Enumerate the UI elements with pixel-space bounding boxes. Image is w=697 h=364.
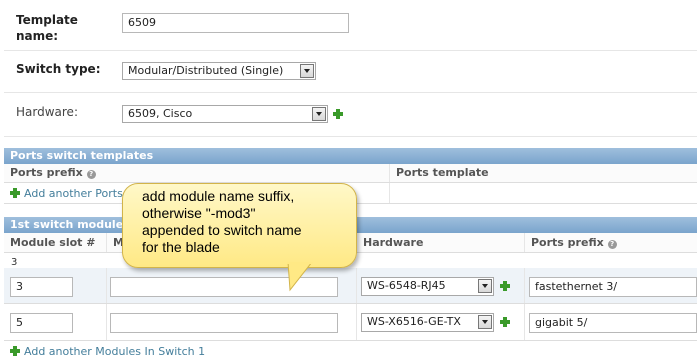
chevron-down-icon [478,315,492,329]
column-divider [106,304,107,340]
add-hardware-icon[interactable] [500,281,510,291]
help-icon: ? [607,240,617,249]
ports-prefix-input[interactable]: fastethernet 3/ [529,277,697,297]
column-divider [524,304,525,340]
column-divider [524,268,525,303]
help-icon: ? [86,170,96,179]
add-icon [10,346,20,356]
switch-type-select[interactable]: Modular/Distributed (Single) [122,62,316,80]
column-divider [524,233,525,252]
switch-type-label: Switch type: [16,62,101,76]
chevron-down-icon [312,107,326,121]
add-another-ports-label: Add another Ports [24,187,123,200]
column-divider [356,268,357,303]
module-slot-input[interactable]: 5 [10,313,73,333]
module-group-label: 3 [11,257,18,268]
add-another-modules-label: Add another Modules In Switch 1 [24,345,206,358]
module-hardware-select[interactable]: WS-6548-RJ45 [361,277,494,296]
add-another-ports-link[interactable]: Add another Ports [10,187,123,201]
add-hardware-icon[interactable] [333,109,343,119]
column-divider [389,183,390,203]
template-name-input[interactable]: 6509 [122,13,349,33]
ports-column-headers: Ports prefix? Ports template [4,164,697,183]
switch-type-value: Modular/Distributed (Single) [128,64,284,77]
annotation-text: add module name suffix, otherwise "-mod3… [142,188,352,256]
column-divider [389,164,390,182]
ports-section-header: Ports switch templates [4,148,697,164]
add-another-modules-link[interactable]: Add another Modules In Switch 1 [10,345,205,359]
ports-prefix-header-label: Ports prefix [10,166,83,179]
column-divider [106,233,107,252]
module-ports-prefix-header-label: Ports prefix [531,236,604,249]
ports-template-header: Ports template [396,166,489,179]
template-name-row: Template name: 6509 [4,0,697,51]
chevron-down-icon [478,279,492,293]
switch-type-row: Switch type: Modular/Distributed (Single… [4,50,697,93]
module-hardware-select[interactable]: WS-X6516-GE-TX [361,313,494,332]
module-name-input[interactable] [110,313,338,333]
add-hardware-icon[interactable] [500,317,510,327]
module-slot-header: Module slot # [10,236,96,249]
module-hardware-value: WS-X6516-GE-TX [367,315,461,328]
ports-prefix-header: Ports prefix? [10,165,96,181]
add-icon [10,188,20,198]
module-slot-input[interactable]: 3 [10,277,73,297]
hardware-row: Hardware: 6509, Cisco [4,92,697,137]
column-divider [106,268,107,303]
annotation-line: otherwise "-mod3" [142,205,256,221]
ports-prefix-input[interactable]: gigabit 5/ [529,313,697,333]
module-hardware-header: Hardware [363,236,424,249]
annotation-line: add module name suffix, [142,188,295,204]
hardware-value: 6509, Cisco [128,107,193,120]
admin-form: Template name: 6509 Switch type: Modular… [0,0,697,364]
column-divider [356,304,357,340]
callout-pointer [287,262,313,292]
annotation-line: for the blade [142,239,220,255]
annotation-line: appended to switch name [142,222,302,238]
template-name-label: Template name: [16,13,78,43]
module-ports-prefix-header: Ports prefix? [531,235,617,251]
chevron-down-icon [300,64,314,78]
module-hardware-value: WS-6548-RJ45 [367,279,446,292]
hardware-select[interactable]: 6509, Cisco [122,105,328,123]
hardware-label: Hardware: [16,105,78,119]
